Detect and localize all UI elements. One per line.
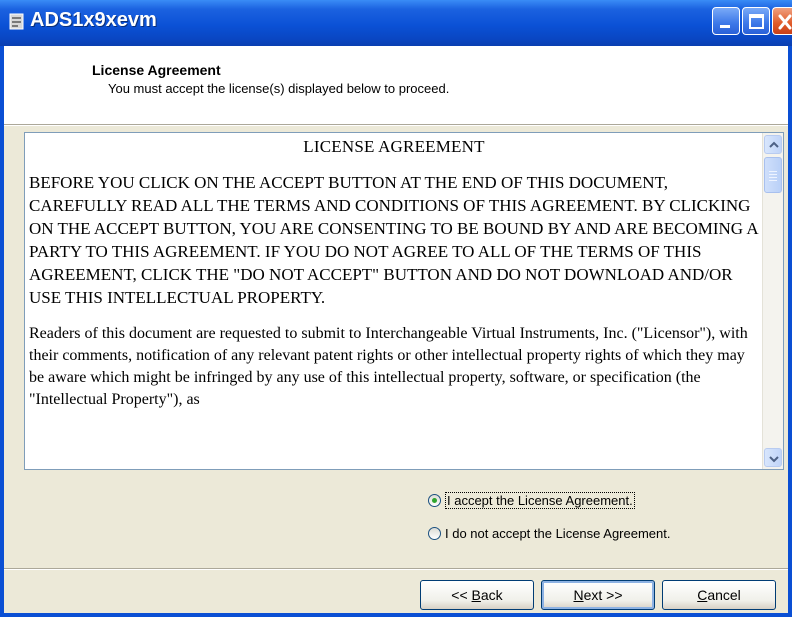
- accept-label[interactable]: I accept the License Agreement.: [445, 492, 635, 509]
- license-heading: LICENSE AGREEMENT: [303, 137, 485, 156]
- license-text: LICENSE AGREEMENT BEFORE YOU CLICK ON TH…: [29, 135, 759, 411]
- cancel-button[interactable]: Cancel: [662, 580, 776, 610]
- back-mnemonic: B: [471, 587, 481, 603]
- installer-app-icon[interactable]: [8, 12, 26, 32]
- scroll-thumb[interactable]: [764, 157, 782, 193]
- vertical-scrollbar[interactable]: [762, 133, 783, 469]
- minimize-icon: [720, 25, 730, 28]
- window-title: ADS1x9xevm: [30, 9, 157, 31]
- header-subtitle: You must accept the license(s) displayed…: [108, 81, 450, 96]
- next-label: ext >>: [583, 587, 623, 603]
- accept-option[interactable]: I accept the License Agreement.: [428, 492, 635, 509]
- minimize-button[interactable]: [712, 7, 740, 35]
- back-prefix: <<: [451, 587, 472, 603]
- decline-radio[interactable]: [428, 527, 441, 540]
- back-button[interactable]: << Back: [420, 580, 534, 610]
- accept-radio[interactable]: [428, 494, 441, 507]
- title-bar[interactable]: ADS1x9xevm: [0, 0, 792, 46]
- maximize-icon: [749, 14, 764, 29]
- maximize-button[interactable]: [742, 7, 770, 35]
- chevron-down-icon: [769, 456, 779, 463]
- scroll-up-button[interactable]: [764, 135, 782, 154]
- scroll-down-button[interactable]: [764, 448, 782, 467]
- next-button[interactable]: Next >>: [541, 580, 655, 610]
- wizard-header: License Agreement You must accept the li…: [4, 46, 788, 124]
- license-text-box[interactable]: LICENSE AGREEMENT BEFORE YOU CLICK ON TH…: [24, 132, 784, 470]
- cancel-mnemonic: C: [697, 587, 708, 603]
- back-label: ack: [480, 587, 503, 603]
- button-divider: [4, 568, 788, 570]
- license-paragraph: Readers of this document are requested t…: [29, 325, 748, 408]
- close-icon: [778, 14, 792, 30]
- cancel-label: ancel: [707, 587, 741, 603]
- next-mnemonic: N: [573, 587, 584, 603]
- close-button[interactable]: [772, 7, 792, 35]
- decline-label[interactable]: I do not accept the License Agreement.: [445, 526, 670, 541]
- decline-option[interactable]: I do not accept the License Agreement.: [428, 526, 670, 541]
- header-title: License Agreement: [92, 62, 221, 78]
- header-divider: [4, 124, 788, 126]
- license-paragraph: BEFORE YOU CLICK ON THE ACCEPT BUTTON AT…: [29, 173, 758, 307]
- chevron-up-icon: [769, 141, 779, 148]
